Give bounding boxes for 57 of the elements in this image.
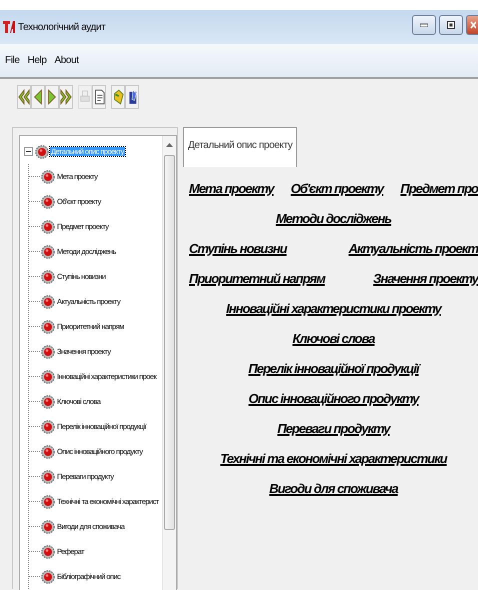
ball-icon xyxy=(41,294,55,308)
maximize-button[interactable] xyxy=(439,15,463,35)
scrollbar[interactable] xyxy=(162,136,176,590)
section-link[interactable]: Ступінь новизни xyxy=(189,241,287,256)
ball-icon xyxy=(41,444,55,458)
maximize-icon xyxy=(447,21,455,29)
double-left-arrow-button[interactable] xyxy=(17,85,31,109)
section-link[interactable]: Предмет про xyxy=(400,181,478,196)
scroll-up-arrow-icon xyxy=(166,142,173,147)
ball-icon xyxy=(41,344,55,358)
minimize-icon xyxy=(420,23,428,27)
menu-item[interactable]: File xyxy=(4,55,21,66)
window-title: Технологічний аудит xyxy=(18,22,106,32)
ball-icon xyxy=(35,144,49,158)
section-link[interactable]: Приоритетний напрям xyxy=(189,271,325,286)
double-right-arrow-icon xyxy=(60,87,72,107)
right-arrow-icon xyxy=(46,87,58,107)
double-left-arrow-icon xyxy=(18,87,30,107)
minimize-button[interactable] xyxy=(412,15,436,35)
menu-item[interactable]: Help xyxy=(26,55,48,66)
collapse-toggle[interactable] xyxy=(24,147,33,156)
section-link[interactable]: Перелік інноваційної продукції xyxy=(248,361,419,376)
menu-item[interactable]: About xyxy=(53,55,80,66)
tab[interactable]: Детальний опис проекту xyxy=(183,127,298,167)
close-button[interactable] xyxy=(466,15,478,35)
document-icon xyxy=(93,87,105,107)
ball-icon xyxy=(41,320,55,334)
ball-icon xyxy=(41,370,55,384)
ball-icon xyxy=(41,570,55,584)
ball-icon xyxy=(41,520,55,534)
document-button[interactable] xyxy=(92,85,106,109)
left-arrow-icon xyxy=(32,87,44,107)
section-link[interactable]: Ключові слова xyxy=(292,331,375,346)
ball-icon xyxy=(41,420,55,434)
ball-icon xyxy=(41,244,55,258)
app-logo-icon xyxy=(3,20,15,34)
ball-icon xyxy=(41,544,55,558)
ball-icon xyxy=(41,494,55,508)
section-link[interactable]: Методи досліджень xyxy=(276,211,392,226)
double-right-arrow-button[interactable] xyxy=(59,85,73,109)
ball-icon xyxy=(41,270,55,284)
ball-icon xyxy=(41,194,55,208)
section-link[interactable]: Технічні та економічні характеристики xyxy=(220,451,447,466)
ball-icon xyxy=(41,170,55,184)
section-link[interactable]: Актуальність проект xyxy=(348,241,478,256)
section-link[interactable]: Об'єкт проекту xyxy=(290,181,384,196)
close-icon xyxy=(470,21,476,29)
left-arrow-button[interactable] xyxy=(31,85,45,109)
section-link[interactable]: Інноваційні характеристики проекту xyxy=(226,301,441,316)
ball-icon xyxy=(41,394,55,408)
section-link[interactable]: Вигоди для споживача xyxy=(269,481,398,496)
ball-icon xyxy=(41,220,55,234)
ball-icon xyxy=(41,470,55,484)
section-link[interactable]: Переваги продукту xyxy=(277,421,390,436)
section-link[interactable]: Мета проекту xyxy=(189,181,274,196)
right-arrow-button[interactable] xyxy=(45,85,59,109)
section-link[interactable]: Опис інноваційного продукту xyxy=(248,391,419,406)
